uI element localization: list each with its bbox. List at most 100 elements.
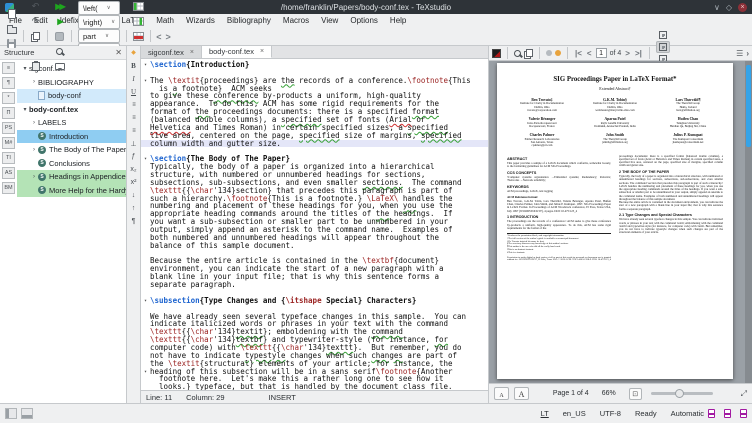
format-arrow-up-button[interactable]: ↑ <box>128 203 140 214</box>
pdf-annotation-orange-icon[interactable] <box>555 50 561 56</box>
format-arrow-down-button[interactable]: ↓ <box>128 190 140 201</box>
format-paragraph-button[interactable]: ¶ <box>128 216 140 227</box>
format-subscript-button[interactable]: x₂ <box>128 164 140 175</box>
structure-item[interactable]: ›SHeadings in Appendices <box>17 170 126 184</box>
side-tab-8[interactable]: BM <box>2 182 15 194</box>
build-and-view-icon[interactable]: ▶▶ <box>52 0 67 14</box>
tab-close-icon[interactable]: × <box>190 49 194 56</box>
remove-row-icon[interactable] <box>131 29 146 44</box>
pdf-annotation-gray-icon[interactable] <box>546 50 552 56</box>
format-superscript-button[interactable]: x² <box>128 177 140 188</box>
maximize-button[interactable]: ◇ <box>726 3 732 12</box>
structure-item[interactable]: ›LABELS <box>17 116 126 130</box>
indicator-flag-icon[interactable] <box>724 409 731 418</box>
tab-body-conf.tex[interactable]: body-conf.tex× <box>202 46 272 58</box>
format-bold-button[interactable]: B <box>128 60 140 71</box>
combo-part[interactable]: part∨ <box>78 29 120 43</box>
pdf-next-page-button[interactable]: > <box>624 49 631 58</box>
pdf-page-area[interactable]: SIG Proceedings Paper in LaTeX Format* E… <box>489 61 752 383</box>
format-underline-button[interactable]: U <box>128 86 140 97</box>
pdf-overflow-icon[interactable]: › <box>746 49 749 58</box>
pdf-scrollbar-thumb[interactable] <box>746 65 751 147</box>
pdf-zoom-slider[interactable] <box>651 392 713 395</box>
compile-icon[interactable]: ▶ <box>52 14 67 29</box>
status-ready[interactable]: Ready <box>635 409 657 418</box>
pdf-magnifier-icon[interactable] <box>514 50 521 57</box>
side-tab-1[interactable]: ¶ <box>2 77 15 89</box>
format-formula-button[interactable]: ƒ <box>128 151 140 162</box>
structure-item[interactable]: ›BIBLIOGRAPHY <box>17 76 126 90</box>
fit-width-button[interactable] <box>656 29 670 41</box>
format-align-right-button[interactable]: ≡ <box>128 125 140 136</box>
expander-icon[interactable]: › <box>30 174 38 180</box>
indicator-flag-icon[interactable] <box>708 409 715 418</box>
format-wizard-button[interactable]: ◆ <box>128 47 140 58</box>
fold-marker-icon[interactable]: ▾ <box>141 155 150 163</box>
side-tab-2[interactable]: * <box>2 92 15 104</box>
editor-line[interactable]: separate paragraph. <box>141 281 488 289</box>
fold-marker-icon[interactable]: ▾ <box>141 368 150 376</box>
format-typewriter-button[interactable]: ⊥ <box>128 138 140 149</box>
redo-icon[interactable]: ↷ <box>28 14 43 29</box>
decrease-font-button[interactable]: A <box>494 387 509 400</box>
expander-icon[interactable]: › <box>30 120 38 126</box>
fold-marker-icon[interactable]: ▾ <box>141 61 150 69</box>
menu-bibliography[interactable]: Bibliography <box>221 16 277 25</box>
close-button[interactable]: × <box>738 3 747 12</box>
pdf-zoom-original-button[interactable]: ⊡ <box>629 388 642 400</box>
structure-close-icon[interactable]: ✕ <box>115 48 122 57</box>
format-italic-button[interactable]: I <box>128 73 140 84</box>
pdf-prev-page-button[interactable]: < <box>586 49 593 58</box>
pdf-page-input[interactable]: 1 <box>596 48 607 58</box>
open-file-icon[interactable] <box>4 21 19 36</box>
status-utf-8[interactable]: UTF-8 <box>600 409 621 418</box>
fit-page-button[interactable] <box>656 41 670 53</box>
menu-options[interactable]: Options <box>344 16 384 25</box>
structure-item[interactable]: SIntroduction <box>17 130 126 144</box>
pdf-scrollbar[interactable] <box>745 61 752 383</box>
side-tab-3[interactable]: Π <box>2 107 15 119</box>
side-tab-7[interactable]: AS <box>2 167 15 179</box>
menu-view[interactable]: View <box>315 16 344 25</box>
pdf-document-icon[interactable] <box>492 49 501 58</box>
menu-math[interactable]: Math <box>150 16 180 25</box>
pdf-expand-icon[interactable]: ⤢ <box>741 389 747 399</box>
status-lt[interactable]: LT <box>541 409 549 418</box>
menu-help[interactable]: Help <box>384 16 412 25</box>
pdf-menu-icon[interactable]: ☰ <box>736 49 743 58</box>
editor-line[interactable]: ▾\subsection{Type Changes and {\itshape … <box>141 297 488 305</box>
side-tab-6[interactable]: TI <box>2 152 15 164</box>
structure-item[interactable]: ›SThe Body of The Paper <box>17 143 126 157</box>
editor-line[interactable]: looks.} typeface, but that is handled by… <box>141 383 488 390</box>
editor-line[interactable]: balance of this sample document. <box>141 242 488 250</box>
combo-right[interactable]: \right)∨ <box>78 15 120 29</box>
combo-left[interactable]: \left(∨ <box>78 1 120 15</box>
fold-marker-icon[interactable]: ▾ <box>141 297 150 305</box>
menu-wizards[interactable]: Wizards <box>180 16 221 25</box>
stop-icon[interactable] <box>52 29 67 44</box>
editor-line[interactable]: ▾\section{Introduction} <box>141 61 488 69</box>
tab-close-icon[interactable]: × <box>260 48 264 55</box>
pdf-last-page-button[interactable]: >| <box>634 49 643 58</box>
structure-item[interactable]: ▾body-conf.tex <box>17 103 126 117</box>
status-automatic[interactable]: Automatic <box>671 409 704 418</box>
paste-column-icon[interactable] <box>131 14 146 29</box>
side-tab-5[interactable]: M# <box>2 137 15 149</box>
new-file-icon[interactable] <box>4 6 19 21</box>
expander-icon[interactable]: › <box>30 147 38 153</box>
toggle-sidepanel-icon[interactable] <box>5 408 17 419</box>
minimize-button[interactable]: ∨ <box>714 3 720 12</box>
tab-sigconf.tex[interactable]: sigconf.tex× <box>141 46 202 58</box>
status-en_us[interactable]: en_US <box>563 409 586 418</box>
editor[interactable]: ▾\section{Introduction}▾The \textit{proc… <box>141 59 488 390</box>
pdf-copy-icon[interactable] <box>526 49 533 57</box>
side-tab-4[interactable]: PS <box>2 122 15 134</box>
structure-item[interactable]: SConclusions <box>17 157 126 171</box>
expander-icon[interactable]: › <box>30 79 38 85</box>
format-align-left-button[interactable]: ≡ <box>128 99 140 110</box>
pdf-zoom-slider-thumb[interactable] <box>675 389 684 398</box>
editor-line[interactable]: column width and gutter size. <box>141 140 488 148</box>
structure-item[interactable]: SMore Help for the Hardy <box>17 184 126 198</box>
indicator-flag-icon[interactable] <box>740 409 747 418</box>
add-column-icon[interactable] <box>131 0 146 14</box>
